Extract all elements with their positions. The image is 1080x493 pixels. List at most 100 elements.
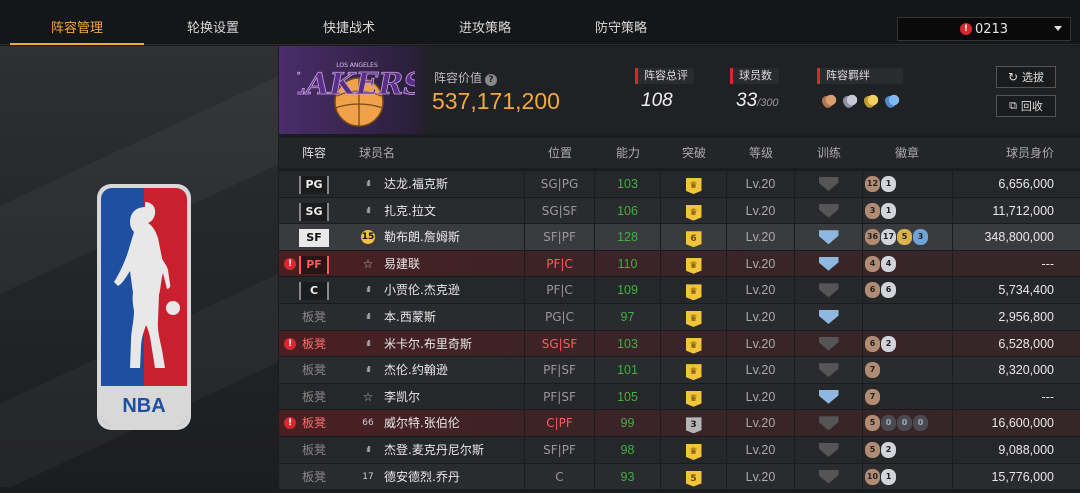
- breakthrough-crown-icon[interactable]: ♛: [685, 178, 702, 194]
- roster-dropdown[interactable]: ! 0213: [897, 17, 1071, 41]
- slot-cell[interactable]: 板凳: [279, 410, 349, 436]
- training-icon[interactable]: [818, 256, 839, 271]
- badge-list[interactable]: 36 17 5 3: [865, 229, 928, 246]
- bond-blue-icon[interactable]: [885, 91, 903, 109]
- col-position: 位置: [547, 146, 572, 160]
- tab-rotation-settings[interactable]: 轮换设置: [146, 0, 280, 45]
- tab-offense-strategy[interactable]: 进攻策略: [418, 0, 552, 45]
- breakthrough-crown-icon[interactable]: ♛: [685, 257, 702, 274]
- badge-list[interactable]: 66: [865, 282, 896, 299]
- table-row[interactable]: ! PF ☆ 易建联 PF|C 110 ♛ Lv.20 4 4 ---: [279, 250, 1080, 278]
- breakthrough-crown-icon[interactable]: ♛: [685, 443, 702, 460]
- help-icon[interactable]: ?: [485, 74, 498, 86]
- bond-silver-icon[interactable]: [843, 91, 861, 109]
- badge-bronze-icon: 12: [865, 176, 880, 192]
- player-position: SG|PG: [540, 177, 579, 191]
- breakthrough-crown-icon[interactable]: ♛: [685, 204, 702, 221]
- badge-list[interactable]: 52: [865, 441, 896, 458]
- training-icon[interactable]: [818, 469, 839, 484]
- breakthrough-crown-icon[interactable]: ♛: [685, 390, 702, 407]
- slot-cell[interactable]: PF: [279, 251, 349, 277]
- slot-cell[interactable]: 板凳: [279, 384, 349, 410]
- tab-defense-strategy[interactable]: 防守策略: [554, 0, 688, 45]
- slot-cell[interactable]: 板凳: [279, 304, 349, 330]
- badge-list[interactable]: 7: [865, 362, 880, 379]
- col-name: 球员名: [359, 146, 396, 160]
- table-row[interactable]: SG ıll 扎克.拉文 SG|SF 106 ♛ Lv.20 3 1 11,712,000: [279, 197, 1080, 225]
- player-name[interactable]: 扎克.拉文: [384, 198, 436, 224]
- badge-bronze-icon: 6: [865, 282, 880, 299]
- training-icon[interactable]: [818, 336, 839, 351]
- player-name[interactable]: 德安德烈.乔丹: [384, 464, 460, 490]
- table-row[interactable]: ! 板凳 66 威尔特.张伯伦 C|PF 99 3 Lv.20 5 0 0 0 16,600,000: [279, 410, 1080, 437]
- table-row[interactable]: 板凳 ıll 杰登.麦克丹尼尔斯 SF|PF 98 ♛ Lv.20 5 2 9,088,000: [279, 436, 1080, 464]
- player-name[interactable]: 杰伦.约翰逊: [384, 357, 448, 383]
- badge-list[interactable]: 5000: [865, 415, 928, 432]
- table-row[interactable]: ! 板凳 ıll 米卡尔.布里奇斯 SG|SF 103 ♛ Lv.20 6 2 6,528,000: [279, 330, 1080, 358]
- table-row[interactable]: 板凳 17 德安德烈.乔丹 C 93 5 Lv.20 10 1 15,776,000: [279, 463, 1080, 491]
- player-name[interactable]: 勒布朗.詹姆斯: [384, 224, 460, 250]
- slot-cell[interactable]: SF: [279, 224, 349, 250]
- slot-cell[interactable]: C: [279, 277, 349, 303]
- breakthrough-crown-icon[interactable]: 5: [685, 470, 702, 487]
- player-ability: 109: [617, 283, 638, 298]
- breakthrough-crown-icon[interactable]: 6: [685, 231, 702, 248]
- slot-cell[interactable]: SG: [279, 198, 349, 224]
- breakthrough-crown-icon[interactable]: ♛: [685, 364, 702, 381]
- breakthrough-crown-icon[interactable]: ♛: [685, 284, 702, 301]
- table-row[interactable]: 板凳 ıll 杰伦.约翰逊 PF|SF 101 ♛ Lv.20 7 8,320,000: [279, 357, 1080, 384]
- table-row[interactable]: 板凳 ☆ 李凯尔 PF|SF 105 ♛ Lv.20 7 ---: [279, 383, 1080, 411]
- player-price: 2,956,800: [998, 309, 1054, 324]
- slot-cell[interactable]: 板凳: [279, 437, 349, 463]
- training-icon[interactable]: [818, 283, 839, 298]
- training-icon[interactable]: [818, 177, 839, 191]
- player-name[interactable]: 李凯尔: [384, 384, 420, 410]
- training-icon[interactable]: [818, 416, 839, 431]
- slot-cell[interactable]: 板凳: [279, 464, 349, 490]
- badge-list[interactable]: 12 1: [865, 176, 896, 192]
- breakthrough-crown-icon[interactable]: ♛: [685, 337, 702, 354]
- slot-chip: PF: [299, 255, 329, 274]
- player-name[interactable]: 易建联: [384, 251, 420, 277]
- slot-cell[interactable]: 板凳: [279, 357, 349, 383]
- signal-bars-icon: ıll: [366, 311, 371, 321]
- training-icon[interactable]: [818, 389, 839, 404]
- player-price: ---: [1041, 389, 1055, 404]
- breakthrough-crown-icon[interactable]: ♛: [685, 310, 702, 327]
- badge-list[interactable]: 7: [865, 388, 880, 405]
- bond-bronze-icon[interactable]: [822, 91, 840, 109]
- player-level: Lv.20: [745, 442, 776, 457]
- training-icon[interactable]: [818, 203, 839, 218]
- table-row[interactable]: SF 15 勒布朗.詹姆斯 SF|PF 128 6 Lv.20 36 17 5 3 348,800,0…: [279, 224, 1080, 251]
- player-name[interactable]: 威尔特.张伯伦: [384, 410, 460, 436]
- training-icon[interactable]: [818, 230, 839, 245]
- col-slot: 阵容: [301, 146, 326, 160]
- player-name[interactable]: 达龙.福克斯: [384, 171, 448, 197]
- table-row[interactable]: 板凳 ıll 本.西蒙斯 PG|C 97 ♛ Lv.20 2,956,800: [279, 303, 1080, 331]
- training-icon[interactable]: [818, 309, 839, 324]
- col-breakthrough: 突破: [681, 146, 706, 160]
- badge-list[interactable]: 44: [865, 255, 896, 272]
- slot-cell[interactable]: 板凳: [279, 331, 349, 357]
- tab-lineup-management[interactable]: 阵容管理: [10, 0, 144, 45]
- select-button[interactable]: ↻ 选拔: [996, 66, 1056, 88]
- training-icon[interactable]: [818, 442, 839, 457]
- table-row[interactable]: Cıll 小贾伦.杰克逊 PF|C 109 ♛ Lv.20 6 6 5,734,400: [279, 277, 1080, 304]
- player-name[interactable]: 小贾伦.杰克逊: [384, 277, 460, 303]
- training-icon[interactable]: [818, 363, 839, 378]
- player-level: Lv.20: [745, 203, 776, 218]
- badge-list[interactable]: 10 1: [865, 468, 896, 485]
- badge-silver-icon: 1: [881, 468, 896, 485]
- bond-gold-icon[interactable]: [864, 91, 882, 109]
- slot-label: 板凳: [301, 336, 326, 351]
- roster-dropdown-value: 0213: [974, 21, 1009, 37]
- slot-cell[interactable]: PG: [279, 171, 349, 197]
- recycle-button[interactable]: ⧉ 回收: [996, 95, 1056, 117]
- badge-list[interactable]: 31: [865, 202, 896, 219]
- badge-list[interactable]: 62: [865, 335, 896, 352]
- player-position: SF|PF: [543, 230, 576, 245]
- tab-quick-tactics[interactable]: 快捷战术: [282, 0, 416, 45]
- breakthrough-crown-icon[interactable]: 3: [685, 417, 702, 434]
- table-row[interactable]: PG ıll 达龙.福克斯 SG|PG 103 ♛ Lv.20 12 1 6,656,000: [279, 171, 1080, 198]
- player-name[interactable]: 本.西蒙斯: [384, 304, 436, 330]
